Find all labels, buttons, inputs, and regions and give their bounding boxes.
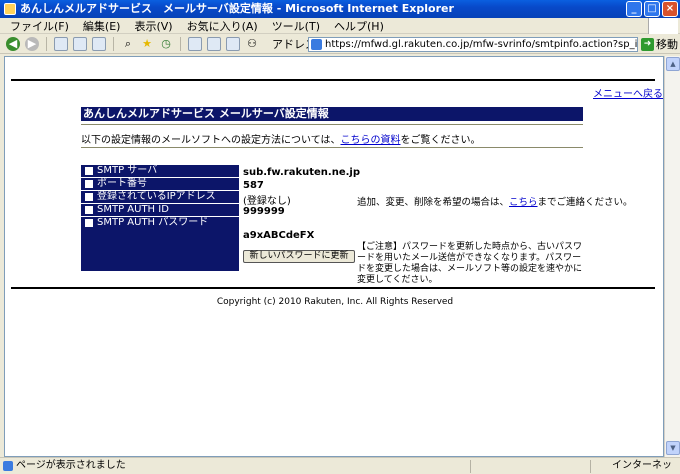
label-auth-id: SMTP AUTH ID	[81, 204, 239, 217]
settings-label-column: SMTP サーバ ポート番号 登録されているIPアドレス SMTP AUTH I…	[81, 165, 239, 271]
scroll-up-arrow-icon[interactable]: ▲	[666, 57, 680, 71]
security-zone: インターネット	[612, 460, 672, 471]
go-arrow-icon: ➜	[641, 37, 654, 51]
menu-bar: ファイル(F) 編集(E) 表示(V) お気に入り(A) ツール(T) ヘルプ(…	[0, 18, 680, 34]
menu-favorites[interactable]: お気に入り(A)	[187, 18, 258, 34]
label-auth-password: SMTP AUTH パスワード	[81, 217, 239, 229]
search-icon[interactable]: ⌕	[121, 37, 135, 51]
windows-logo-icon	[648, 18, 678, 34]
copyright-text: Copyright (c) 2010 Rakuten, Inc. All Rig…	[216, 297, 454, 307]
page-icon	[311, 39, 322, 50]
value-port: 587	[243, 180, 264, 191]
bullet-square-icon	[85, 180, 93, 188]
page-heading: あんしんメルアドサービス メールサーバ設定情報	[81, 107, 583, 121]
page-done-icon	[3, 461, 13, 471]
bullet-square-icon	[85, 167, 93, 175]
toolbar-separator	[113, 36, 114, 51]
heading-divider	[81, 124, 583, 125]
refresh-icon[interactable]	[73, 36, 87, 51]
stop-icon[interactable]	[54, 36, 68, 51]
contact-prefix: 追加、変更、削除を希望の場合は、	[357, 197, 510, 208]
label-text: SMTP サーバ	[97, 165, 158, 176]
intro-divider	[81, 147, 583, 148]
label-registered-ip: 登録されているIPアドレス	[81, 191, 239, 204]
update-password-button[interactable]: 新しいパスワードに更新	[243, 250, 355, 263]
bullet-square-icon	[85, 193, 93, 201]
ie-app-icon	[4, 3, 16, 15]
menu-view[interactable]: 表示(V)	[134, 18, 172, 34]
go-button[interactable]: ➜ 移動	[641, 36, 678, 52]
page-viewport[interactable]: メニューへ戻る あんしんメルアドサービス メールサーバ設定情報 以下の設定情報の…	[4, 56, 664, 457]
forward-icon[interactable]: ▶	[25, 36, 39, 51]
history-icon[interactable]: ◷	[159, 37, 173, 51]
status-separator	[590, 460, 591, 473]
maximize-button[interactable]: □	[644, 1, 660, 17]
label-text: 登録されているIPアドレス	[97, 191, 216, 202]
intro-suffix: をご覧ください。	[400, 135, 481, 146]
page-content: メニューへ戻る あんしんメルアドサービス メールサーバ設定情報 以下の設定情報の…	[5, 57, 663, 456]
minimize-button[interactable]: _	[626, 1, 642, 17]
caution-note: 【ご注意】パスワードを更新した時点から、古いパスワードを用いたメール送信ができな…	[357, 242, 583, 285]
contact-link[interactable]: こちら	[509, 197, 538, 208]
label-smtp-server: SMTP サーバ	[81, 165, 239, 178]
contact-note: 追加、変更、削除を希望の場合は、こちらまでご連絡ください。	[357, 194, 633, 208]
address-bar-input[interactable]: https://mfwd.gl.rakuten.co.jp/mfw-svrinf…	[308, 37, 638, 52]
vertical-scrollbar[interactable]: ▲ ▼	[664, 56, 680, 457]
guide-document-link[interactable]: こちらの資料	[341, 135, 401, 146]
bottom-rule	[11, 287, 655, 289]
messenger-icon[interactable]: ⚇	[245, 37, 259, 51]
toolbar-separator	[180, 36, 181, 51]
label-text: ポート番号	[97, 178, 147, 189]
intro-prefix: 以下の設定情報のメールソフトへの設定方法については、	[81, 135, 341, 146]
print-icon[interactable]	[207, 36, 221, 51]
value-registered-ip: (登録なし)	[243, 196, 291, 207]
value-auth-id: 999999	[243, 206, 285, 217]
home-icon[interactable]	[92, 36, 106, 51]
label-text: SMTP AUTH ID	[97, 204, 169, 215]
scroll-down-arrow-icon[interactable]: ▼	[666, 441, 680, 455]
label-port: ポート番号	[81, 178, 239, 191]
bullet-square-icon	[85, 206, 93, 214]
menu-edit[interactable]: 編集(E)	[83, 18, 121, 34]
value-smtp-server: sub.fw.rakuten.ne.jp	[243, 167, 360, 178]
menu-file[interactable]: ファイル(F)	[10, 18, 69, 34]
status-bar: ページが表示されました インターネット	[0, 457, 680, 474]
edit-icon[interactable]	[226, 36, 240, 51]
window-controls: _ □ ×	[626, 1, 678, 17]
close-button[interactable]: ×	[662, 1, 678, 17]
status-separator	[470, 460, 471, 473]
intro-text: 以下の設定情報のメールソフトへの設定方法については、こちらの資料をご覧ください。	[81, 131, 481, 146]
address-url: https://mfwd.gl.rakuten.co.jp/mfw-svrinf…	[325, 39, 638, 50]
mail-icon[interactable]	[188, 36, 202, 51]
menu-back-link[interactable]: メニューへ戻る	[593, 85, 663, 100]
favorites-star-icon[interactable]: ★	[140, 37, 154, 51]
value-auth-password: a9xABCdeFX	[243, 230, 315, 241]
top-rule	[11, 79, 655, 81]
window-title-bar[interactable]: あんしんメルアドサービス メールサーバ設定情報 - Microsoft Inte…	[0, 0, 680, 18]
bullet-square-icon	[85, 219, 93, 227]
go-label: 移動	[656, 38, 678, 51]
back-icon[interactable]: ◀	[6, 36, 20, 51]
menu-tools[interactable]: ツール(T)	[272, 18, 320, 34]
label-text: SMTP AUTH パスワード	[97, 217, 209, 228]
window-title: あんしんメルアドサービス メールサーバ設定情報 - Microsoft Inte…	[20, 2, 454, 15]
toolbar-separator	[46, 36, 47, 51]
contact-suffix: までご連絡ください。	[537, 197, 633, 208]
menu-help[interactable]: ヘルプ(H)	[334, 18, 384, 34]
status-text: ページが表示されました	[16, 460, 126, 471]
